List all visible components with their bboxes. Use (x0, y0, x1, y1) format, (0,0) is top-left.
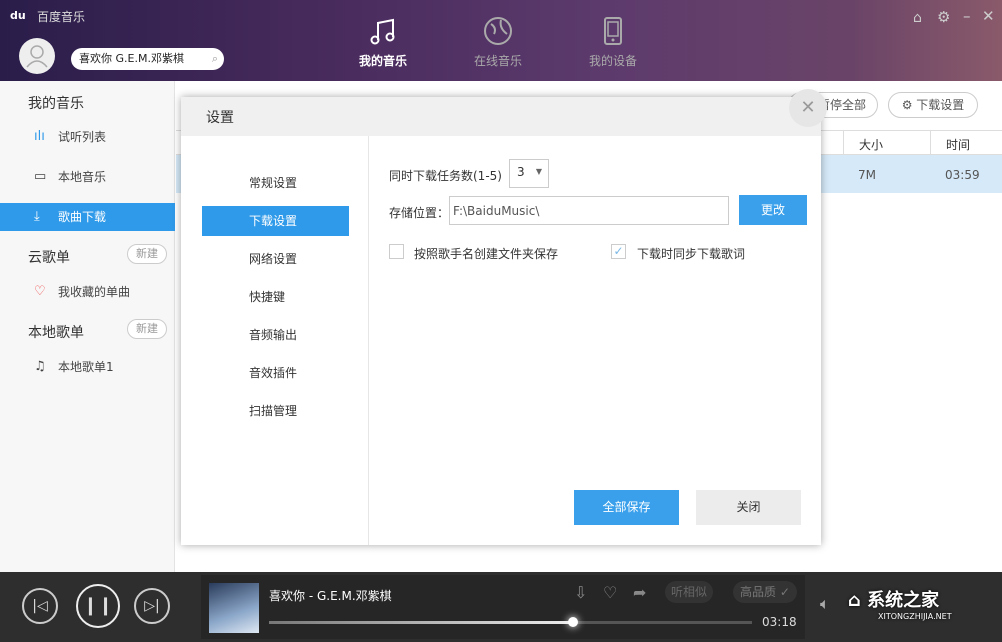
sidebar-item-local-music[interactable]: ▭ 本地音乐 (0, 163, 175, 191)
column-time[interactable]: 时间 (930, 131, 1002, 155)
share-icon[interactable]: ➦ (633, 583, 646, 602)
heart-icon[interactable]: ♡ (603, 583, 617, 602)
nav-online-music[interactable]: 在线音乐 (458, 16, 538, 69)
album-art[interactable] (209, 583, 259, 633)
path-input[interactable]: F:\BaiduMusic\ (449, 196, 729, 225)
skin-icon[interactable]: ⌂ (913, 10, 922, 26)
sync-lyrics-checkbox[interactable]: ✓ (611, 244, 626, 259)
close-icon[interactable]: ✕ (982, 7, 995, 25)
search-input[interactable]: 喜欢你 G.E.M.邓紫棋 ⌕ (71, 48, 224, 70)
tab-general[interactable]: 常规设置 (202, 168, 349, 198)
nav-label: 我的设备 (589, 54, 637, 68)
label: 下载设置 (916, 98, 964, 112)
label: 高品质 (740, 585, 776, 599)
settings-dialog: 设置 ✕ 常规设置 下载设置 网络设置 快捷键 音频输出 音效插件 扫描管理 同… (181, 97, 821, 545)
cell-time: 03:59 (945, 168, 980, 182)
next-icon[interactable]: ▷| (134, 588, 170, 624)
new-cloud-playlist-button[interactable]: 新建 (127, 244, 167, 264)
music-note-icon (368, 16, 398, 46)
avatar[interactable] (19, 38, 55, 74)
title-bar: du 百度音乐 喜欢你 G.E.M.邓紫棋 ⌕ 我的音乐 在线音乐 我的设备 ⌂… (0, 0, 1002, 81)
heart-icon: ♡ (34, 278, 46, 306)
monitor-icon: ▭ (34, 163, 46, 191)
pause-icon[interactable]: ❙❙ (76, 584, 120, 628)
globe-icon (483, 16, 513, 46)
tab-effect-plugins[interactable]: 音效插件 (202, 358, 349, 388)
watermark-logo: ⌂ 系统之家XITONGZHIJIA.NET (848, 586, 952, 621)
song-title: 喜欢你 - G.E.M.邓紫棋 (269, 587, 392, 604)
chevron-down-icon: ▼ (536, 167, 542, 176)
settings-gear-icon[interactable]: ⚙ (937, 8, 950, 26)
settings-nav: 常规设置 下载设置 网络设置 快捷键 音频输出 音效插件 扫描管理 (181, 136, 369, 545)
app-title: 百度音乐 (37, 8, 85, 25)
change-path-button[interactable]: 更改 (739, 195, 807, 225)
label: 本地音乐 (58, 170, 106, 184)
tab-scan[interactable]: 扫描管理 (202, 396, 349, 426)
download-icon[interactable]: ⇩ (574, 583, 587, 602)
tab-download[interactable]: 下载设置 (202, 206, 349, 236)
column-size[interactable]: 大小 (843, 131, 930, 155)
tasks-select[interactable]: 3▼ (509, 159, 549, 188)
path-value: F:\BaiduMusic\ (453, 204, 539, 218)
bars-icon: ılı (34, 123, 45, 151)
artist-folder-label: 按照歌手名创建文件夹保存 (414, 245, 558, 262)
search-icon[interactable]: ⌕ (212, 48, 218, 70)
music-note-icon: ♫ (34, 353, 46, 381)
label: 本地歌单1 (58, 360, 114, 374)
phone-icon (598, 16, 628, 46)
similar-button[interactable]: 听相似 (665, 581, 713, 603)
sidebar-item-local-playlist-1[interactable]: ♫ 本地歌单1 (0, 353, 175, 381)
section-local-playlist: 本地歌单 (28, 322, 84, 342)
tab-audio-output[interactable]: 音频输出 (202, 320, 349, 350)
player-bar: |◁ ❙❙ ▷| 喜欢你 - G.E.M.邓紫棋 ⇩ ♡ ➦ 听相似 高品质 ✓… (0, 572, 1002, 642)
path-label: 存储位置： (389, 204, 449, 221)
tasks-value: 3 (517, 165, 525, 179)
tasks-label: 同时下载任务数(1-5) (389, 167, 502, 184)
download-settings-button[interactable]: ⚙ 下载设置 (888, 92, 978, 118)
progress-fill (269, 621, 573, 624)
nav-label: 我的音乐 (359, 54, 407, 68)
dialog-title: 设置 (181, 97, 821, 136)
sidebar-item-downloads[interactable]: ⤓ 歌曲下载 (0, 203, 175, 231)
download-icon: ⤓ (34, 203, 40, 231)
cell-size: 7M (858, 168, 876, 182)
sync-lyrics-label: 下载时同步下载歌词 (637, 245, 745, 262)
save-all-button[interactable]: 全部保存 (574, 490, 679, 525)
new-local-playlist-button[interactable]: 新建 (127, 319, 167, 339)
label: 试听列表 (58, 130, 106, 144)
close-button[interactable]: 关闭 (696, 490, 801, 525)
gear-icon: ⚙ (902, 98, 917, 112)
minimize-icon[interactable]: – (963, 7, 971, 25)
previous-icon[interactable]: |◁ (22, 588, 58, 624)
label: 我收藏的单曲 (58, 285, 130, 299)
sidebar-item-favorites[interactable]: ♡ 我收藏的单曲 (0, 278, 175, 306)
artist-folder-checkbox[interactable] (389, 244, 404, 259)
tab-shortcuts[interactable]: 快捷键 (202, 282, 349, 312)
section-cloud-playlist: 云歌单 (28, 247, 70, 267)
app-logo: du (10, 9, 26, 22)
search-value: 喜欢你 G.E.M.邓紫棋 (79, 52, 184, 65)
label: 歌曲下载 (58, 210, 106, 224)
progress-slider[interactable] (269, 621, 752, 624)
quality-button[interactable]: 高品质 ✓ (733, 581, 797, 603)
nav-my-device[interactable]: 我的设备 (573, 16, 653, 69)
section-my-music: 我的音乐 (28, 93, 84, 113)
progress-handle[interactable] (568, 617, 578, 627)
dialog-close-icon[interactable]: ✕ (789, 89, 827, 127)
now-playing: 喜欢你 - G.E.M.邓紫棋 ⇩ ♡ ➦ 听相似 高品质 ✓ 03:18 (201, 575, 805, 639)
nav-label: 在线音乐 (474, 54, 522, 68)
nav-my-music[interactable]: 我的音乐 (343, 16, 423, 69)
sidebar-item-trial-list[interactable]: ılı 试听列表 (0, 123, 175, 151)
current-time: 03:18 (762, 615, 797, 629)
volume-icon[interactable]: 🔈︎ (820, 594, 830, 614)
sidebar: 我的音乐 ılı试听列表 ▭本地音乐 ⤓歌曲下载 云歌单 新建 ♡我收藏的单曲 … (0, 81, 175, 572)
tab-network[interactable]: 网络设置 (202, 244, 349, 274)
